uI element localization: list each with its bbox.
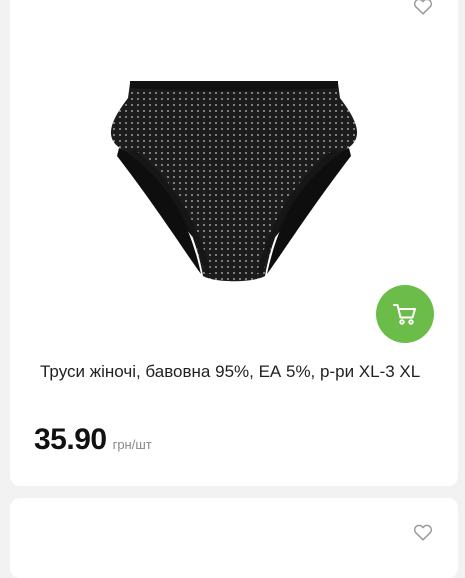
product-card: Труси жіночі, бавовна 95%, ЕА 5%, р-ри X…	[10, 0, 458, 486]
favorite-heart-icon[interactable]	[412, 521, 434, 543]
product-card-next	[10, 498, 458, 578]
price-unit: грн/шт	[112, 437, 152, 452]
product-price: 35.90	[34, 423, 107, 456]
price-row: 35.90 грн/шт	[34, 423, 152, 457]
add-to-cart-button[interactable]	[376, 285, 434, 343]
shopping-cart-icon	[393, 304, 416, 325]
favorite-heart-icon[interactable]	[412, 0, 434, 17]
product-title[interactable]: Труси жіночі, бавовна 95%, ЕА 5%, р-ри X…	[40, 358, 438, 386]
product-image[interactable]	[105, 78, 363, 298]
